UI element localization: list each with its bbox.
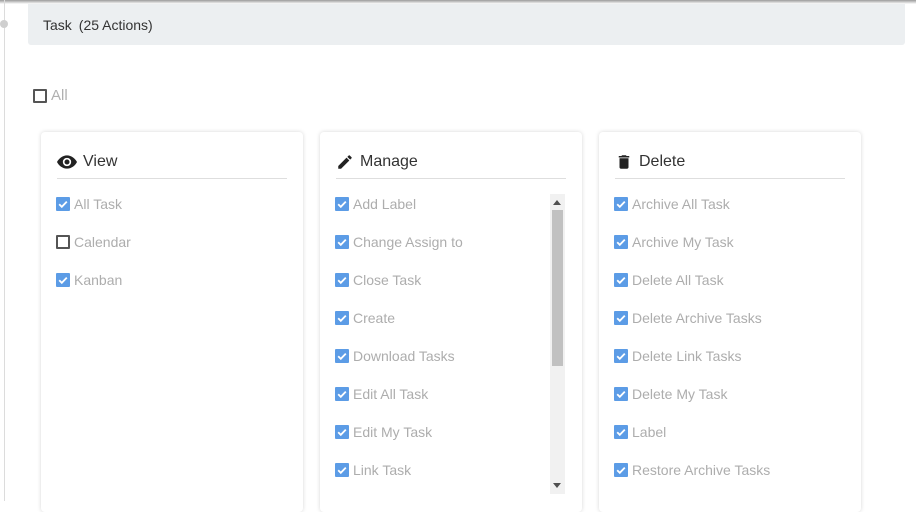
scroll-thumb[interactable]	[552, 210, 563, 366]
checkbox-checked[interactable]	[335, 197, 349, 211]
select-all-row[interactable]: All	[33, 87, 68, 104]
list-item[interactable]: Change Assign to	[335, 223, 463, 261]
list-item[interactable]: Close Task	[335, 261, 463, 299]
checkbox-checked[interactable]	[335, 463, 349, 477]
list-item[interactable]: Download Tasks	[335, 337, 463, 375]
item-label: Restore Archive Tasks	[632, 462, 771, 478]
item-label: Change Assign to	[353, 234, 463, 250]
item-label: Delete Archive Tasks	[632, 310, 762, 326]
list-item[interactable]: Kanban	[56, 261, 131, 299]
item-label: Delete Link Tasks	[632, 348, 742, 364]
card-view: View All Task Calendar Kanban	[41, 132, 303, 512]
list-item[interactable]: Link Task	[335, 451, 463, 489]
section-header[interactable]: Task (25 Actions)	[28, 4, 905, 45]
item-label: Kanban	[74, 272, 123, 288]
scroll-down-arrow-icon[interactable]	[553, 483, 561, 488]
list-item[interactable]: Delete Link Tasks	[614, 337, 770, 375]
list-item[interactable]: Edit All Task	[335, 375, 463, 413]
pencil-icon	[338, 155, 352, 169]
timeline-line	[4, 0, 5, 501]
list-item[interactable]: Add Label	[335, 185, 463, 223]
list-item[interactable]: Restore Archive Tasks	[614, 451, 770, 489]
section-title: Task	[43, 16, 72, 33]
item-label: All Task	[74, 196, 122, 212]
checkbox-checked[interactable]	[614, 425, 628, 439]
card-delete-title: Delete	[615, 146, 845, 179]
list-item[interactable]: Create	[335, 299, 463, 337]
card-delete-items: Archive All Task Archive My Task Delete …	[614, 195, 770, 499]
list-item[interactable]: Calendar	[56, 223, 131, 261]
checkbox-checked[interactable]	[614, 197, 628, 211]
list-item[interactable]: All Task	[56, 185, 131, 223]
card-view-title: View	[57, 146, 287, 179]
select-all-checkbox[interactable]	[33, 88, 47, 103]
checkbox-checked[interactable]	[56, 197, 70, 211]
list-item[interactable]: Delete All Task	[614, 261, 770, 299]
card-delete: Delete Archive All Task Archive My Task …	[599, 132, 861, 512]
card-manage-title: Manage	[336, 146, 566, 179]
checkbox-checked[interactable]	[614, 463, 628, 477]
timeline-dot	[0, 20, 8, 28]
item-label: Edit My Task	[353, 424, 433, 440]
list-item[interactable]: Delete Archive Tasks	[614, 299, 770, 337]
list-item[interactable]: Archive My Task	[614, 223, 770, 261]
item-label: Delete All Task	[632, 272, 724, 288]
trash-icon	[618, 155, 630, 169]
card-delete-title-text: Delete	[639, 153, 686, 170]
card-manage-items: Add Label Change Assign to Close Task Cr…	[335, 195, 463, 499]
checkbox-checked[interactable]	[56, 273, 70, 287]
checkbox-checked[interactable]	[614, 349, 628, 363]
checkbox-checked[interactable]	[335, 235, 349, 249]
scroll-up-arrow-icon[interactable]	[553, 200, 561, 205]
card-view-title-text: View	[83, 153, 118, 170]
item-label: Label	[632, 424, 667, 440]
checkbox-checked[interactable]	[614, 235, 628, 249]
checkbox-unchecked[interactable]	[56, 235, 70, 249]
manage-scrollbar[interactable]	[550, 194, 565, 494]
item-label: Close Task	[353, 272, 422, 288]
list-item[interactable]: Label	[614, 413, 770, 451]
checkbox-checked[interactable]	[614, 311, 628, 325]
eye-icon	[57, 155, 77, 169]
card-manage-title-text: Manage	[360, 153, 418, 170]
list-item[interactable]: Archive All Task	[614, 185, 770, 223]
list-item[interactable]: Edit My Task	[335, 413, 463, 451]
select-all-label: All	[51, 87, 68, 104]
item-label: Link Task	[353, 462, 412, 478]
section-action-count: (25 Actions)	[78, 16, 153, 33]
checkbox-checked[interactable]	[335, 387, 349, 401]
item-label: Download Tasks	[353, 348, 455, 364]
item-label: Calendar	[74, 234, 131, 250]
checkbox-checked[interactable]	[335, 349, 349, 363]
checkbox-checked[interactable]	[614, 273, 628, 287]
item-label: Create	[353, 310, 396, 326]
item-label: Archive My Task	[632, 234, 734, 250]
checkbox-checked[interactable]	[335, 273, 349, 287]
card-manage: Manage Add Label Change Assign to Close …	[320, 132, 582, 512]
checkbox-checked[interactable]	[335, 425, 349, 439]
list-item[interactable]: Delete My Task	[614, 375, 770, 413]
item-label: Archive All Task	[632, 196, 730, 212]
item-label: Delete My Task	[632, 386, 728, 402]
checkbox-checked[interactable]	[614, 387, 628, 401]
item-label: Add Label	[353, 196, 417, 212]
checkbox-checked[interactable]	[335, 311, 349, 325]
card-view-items: All Task Calendar Kanban	[56, 195, 131, 309]
item-label: Edit All Task	[353, 386, 429, 402]
